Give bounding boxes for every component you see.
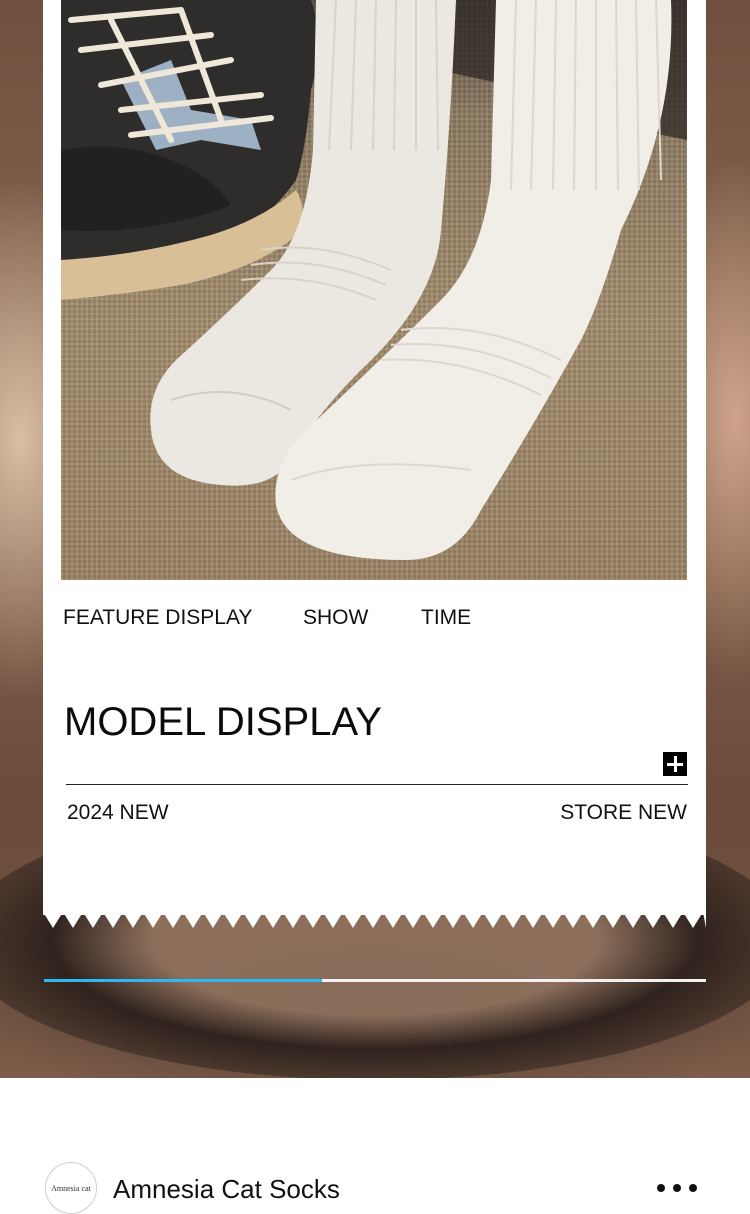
store-avatar[interactable]: Amnesia cat (45, 1162, 97, 1214)
card-zigzag-edge (43, 912, 706, 928)
caption-year: 2024 NEW (67, 801, 169, 824)
avatar-text: Amnesia cat (51, 1183, 91, 1193)
more-icon[interactable] (657, 1184, 697, 1192)
carousel-progress-fill (44, 979, 323, 982)
product-photo (61, 0, 687, 580)
section-title: MODEL DISPLAY (64, 700, 382, 744)
store-name[interactable]: Amnesia Cat Socks (113, 1174, 340, 1205)
tab-show[interactable]: SHOW (303, 606, 368, 630)
divider (66, 784, 688, 785)
plus-icon[interactable] (663, 752, 687, 776)
carousel-progress-bar (44, 979, 706, 982)
caption-store: STORE NEW (560, 801, 687, 824)
tab-time[interactable]: TIME (421, 606, 471, 630)
tab-feature-display[interactable]: FEATURE DISPLAY (63, 606, 252, 630)
